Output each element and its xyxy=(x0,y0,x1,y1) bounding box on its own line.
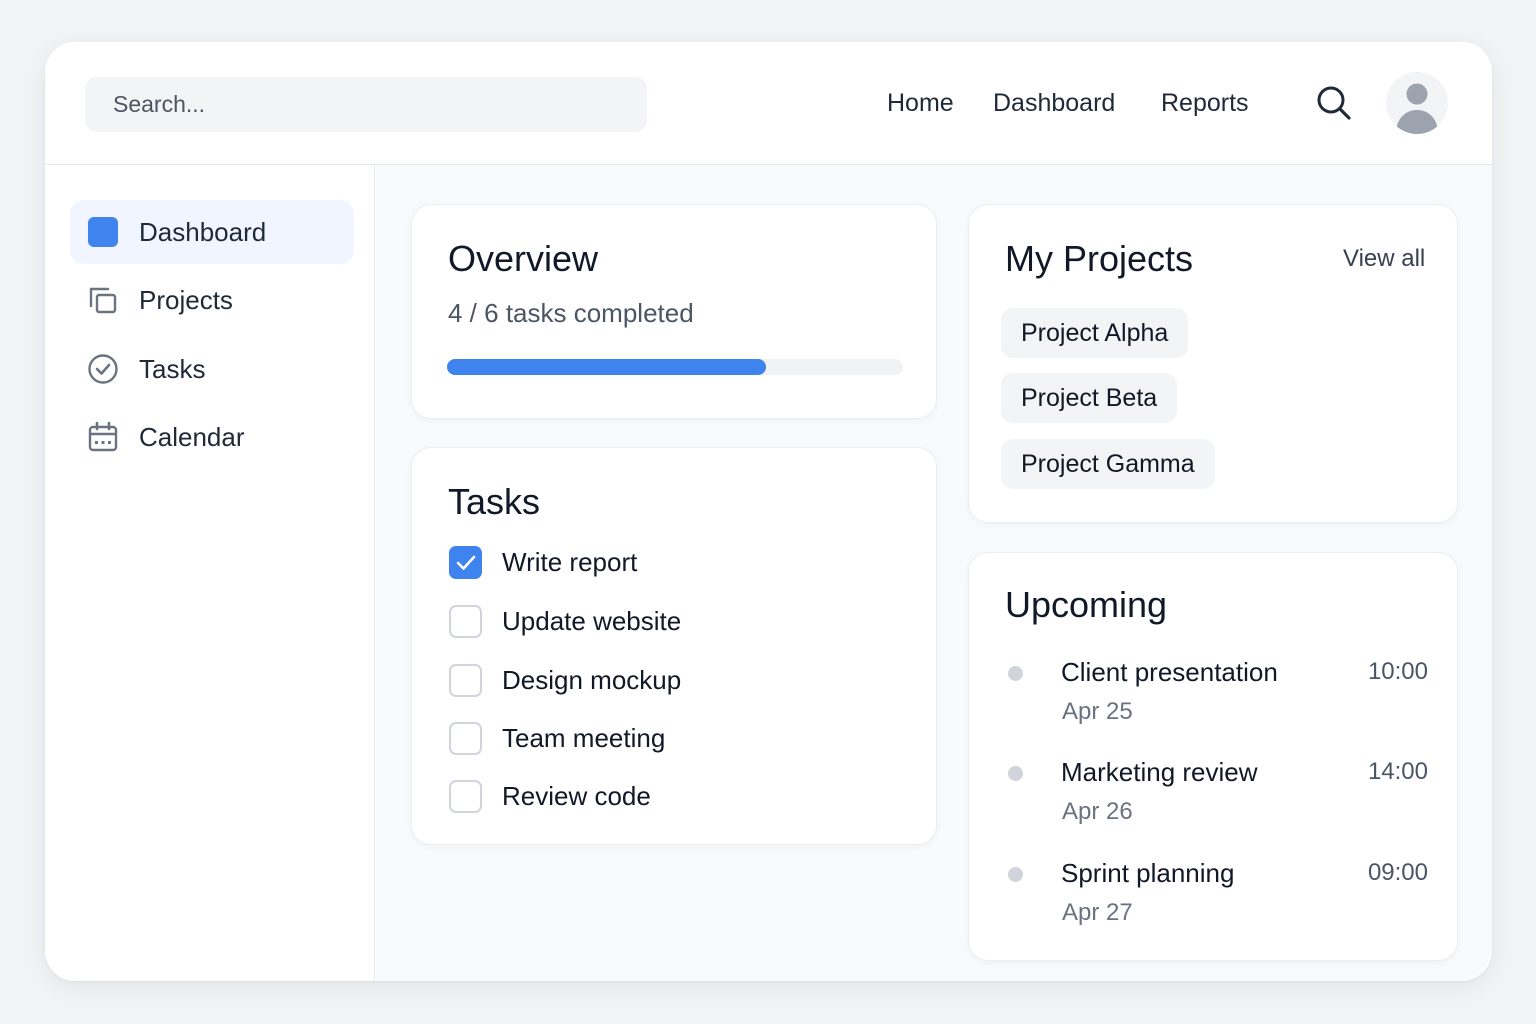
task-checkbox[interactable] xyxy=(449,780,482,813)
sidebar-item-dashboard[interactable]: Dashboard xyxy=(70,200,354,264)
event-title: Client presentation xyxy=(1061,657,1278,687)
task-checkbox[interactable] xyxy=(449,546,482,579)
project-chip-beta[interactable]: Project Beta xyxy=(1001,373,1178,423)
tasks-card: Tasks Write report Update website Design… xyxy=(411,447,937,845)
upcoming-title: Upcoming xyxy=(1005,584,1168,625)
task-checkbox[interactable] xyxy=(449,605,482,638)
task-checkbox[interactable] xyxy=(449,722,482,755)
sidebar-item-label: Tasks xyxy=(139,354,206,384)
project-chip-gamma[interactable]: Project Gamma xyxy=(1001,439,1215,489)
task-item[interactable]: Write report xyxy=(449,544,889,584)
checkmark-icon xyxy=(456,555,476,570)
event-dot-icon xyxy=(1008,766,1023,781)
search-input[interactable] xyxy=(85,77,647,132)
event-dot-icon xyxy=(1008,867,1023,882)
progress-fill xyxy=(447,359,767,375)
nav-link-dashboard[interactable]: Dashboard xyxy=(993,86,1115,120)
sidebar-item-tasks[interactable]: Tasks xyxy=(70,337,354,401)
tasks-title: Tasks xyxy=(448,481,541,522)
event-date: Apr 27 xyxy=(1062,899,1133,926)
overview-title: Overview xyxy=(448,238,599,279)
search-icon[interactable] xyxy=(1315,84,1353,122)
projects-card: My Projects View all Project Alpha Proje… xyxy=(968,204,1458,523)
event-item[interactable]: Client presentation Apr 25 10:00 xyxy=(1005,654,1435,734)
projects-icon xyxy=(87,284,119,316)
user-avatar-icon[interactable] xyxy=(1386,72,1448,134)
event-dot-icon xyxy=(1008,666,1023,681)
event-item[interactable]: Sprint planning Apr 27 09:00 xyxy=(1005,855,1435,935)
task-label: Design mockup xyxy=(502,665,682,695)
sidebar-item-label: Projects xyxy=(139,285,233,315)
sidebar-item-label: Calendar xyxy=(139,422,245,452)
progress-text: 4 / 6 tasks completed xyxy=(448,298,694,328)
app-window: Home Dashboard Reports Dashboard xyxy=(45,42,1492,981)
event-item[interactable]: Marketing review Apr 26 14:00 xyxy=(1005,754,1435,834)
event-title: Sprint planning xyxy=(1061,858,1235,888)
project-chip-alpha[interactable]: Project Alpha xyxy=(1001,308,1189,358)
calendar-icon xyxy=(87,421,119,453)
projects-title: My Projects xyxy=(1005,238,1194,279)
event-date: Apr 25 xyxy=(1062,698,1133,725)
sidebar: Dashboard Projects Tasks Calendar xyxy=(45,165,375,981)
progress-bar xyxy=(447,359,903,375)
sidebar-item-calendar[interactable]: Calendar xyxy=(70,405,354,469)
task-item[interactable]: Design mockup xyxy=(449,662,889,702)
event-time: 14:00 xyxy=(1367,758,1428,785)
main-content: Overview 4 / 6 tasks completed Tasks Wri… xyxy=(376,165,1492,981)
top-header: Home Dashboard Reports xyxy=(45,42,1492,165)
event-time: 09:00 xyxy=(1367,859,1428,886)
event-time: 10:00 xyxy=(1367,658,1428,685)
tasks-check-icon xyxy=(87,353,119,385)
task-label: Update website xyxy=(502,606,682,636)
task-item[interactable]: Update website xyxy=(449,603,889,643)
task-checkbox[interactable] xyxy=(449,664,482,697)
nav-link-home[interactable]: Home xyxy=(887,86,954,120)
overview-card: Overview 4 / 6 tasks completed xyxy=(411,204,937,419)
task-label: Write report xyxy=(502,547,638,577)
task-label: Team meeting xyxy=(502,723,666,753)
task-label: Review code xyxy=(502,781,651,811)
sidebar-item-label: Dashboard xyxy=(139,217,267,247)
task-item[interactable]: Review code xyxy=(449,778,889,818)
event-date: Apr 26 xyxy=(1062,798,1133,825)
sidebar-item-projects[interactable]: Projects xyxy=(70,268,354,332)
upcoming-card: Upcoming Client presentation Apr 25 10:0… xyxy=(968,552,1458,961)
nav-link-reports[interactable]: Reports xyxy=(1161,86,1249,120)
event-title: Marketing review xyxy=(1061,757,1258,787)
view-all-link[interactable]: View all xyxy=(1343,245,1425,273)
task-item[interactable]: Team meeting xyxy=(449,720,889,760)
dashboard-icon xyxy=(87,216,119,248)
